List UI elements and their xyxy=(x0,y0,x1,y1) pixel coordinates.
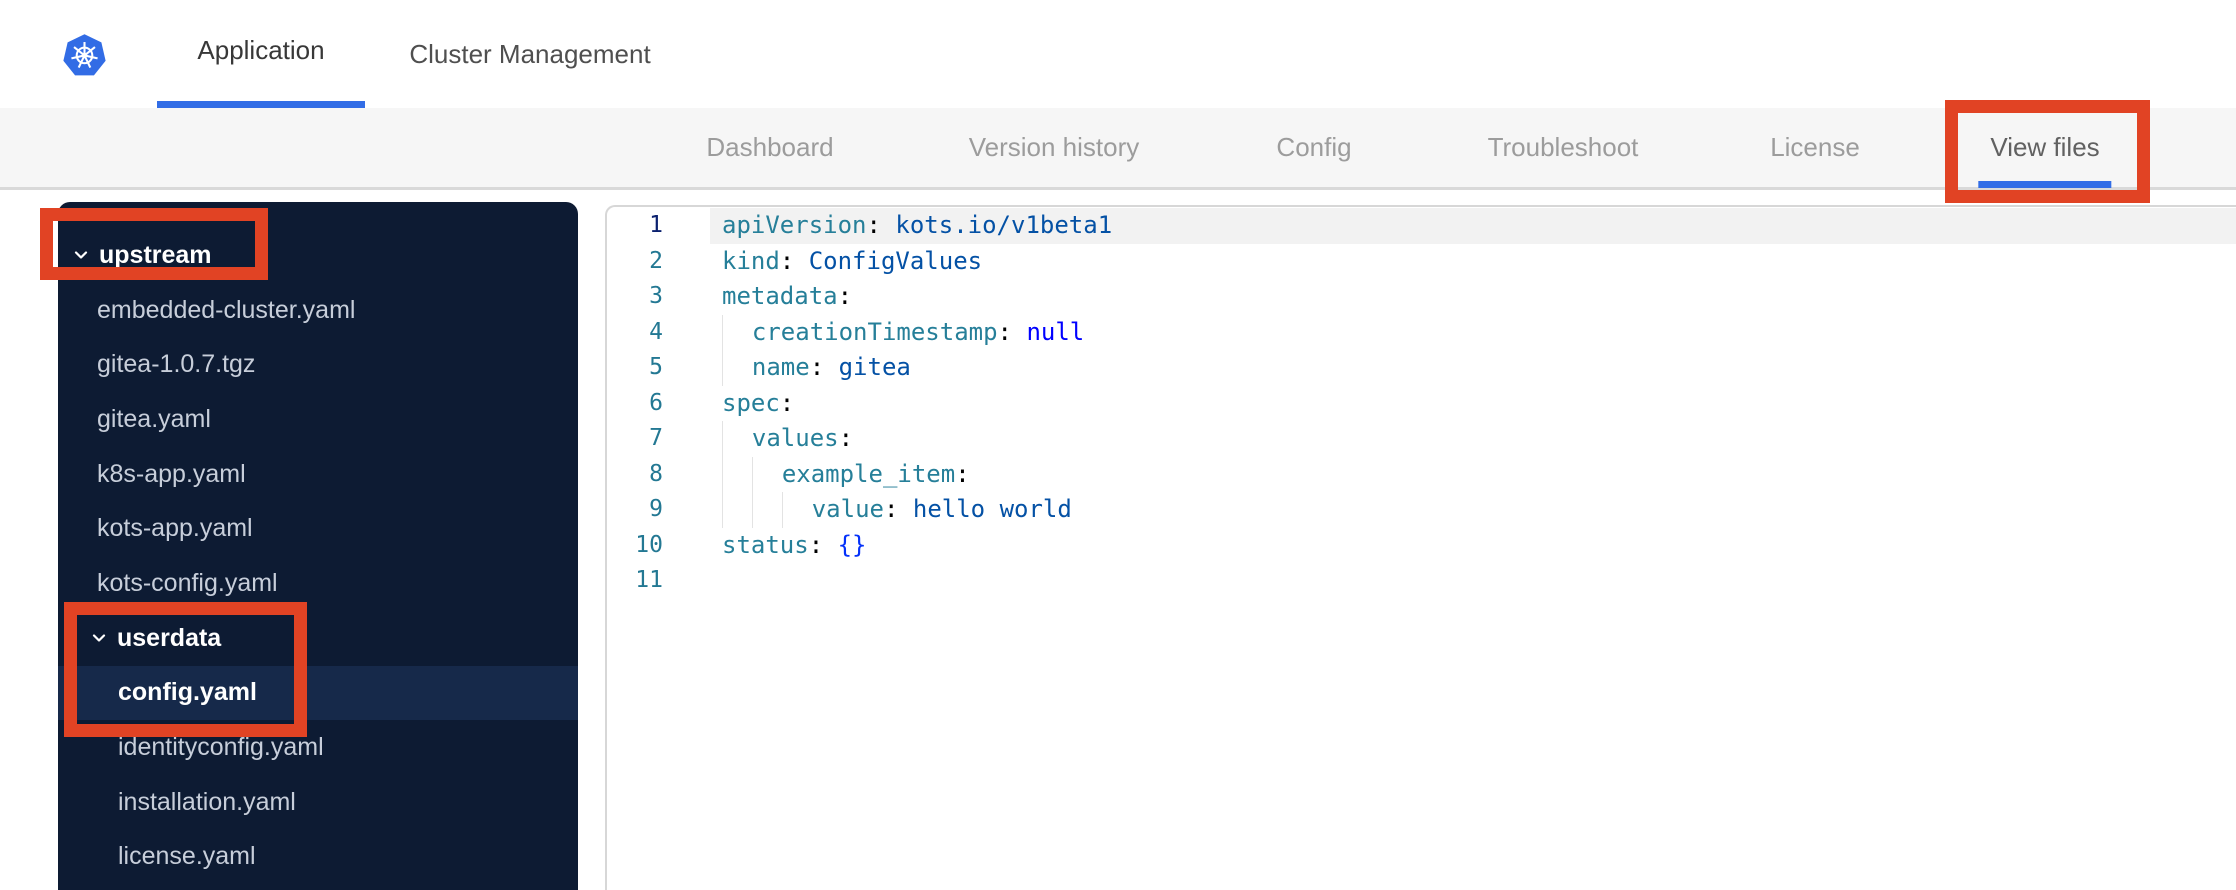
file-label: installation.yaml xyxy=(118,787,296,816)
code-line-10[interactable]: 10 status: {} xyxy=(607,528,2236,564)
yaml-file-viewer[interactable]: 1 apiVersion: kots.io/v1beta1 2 kind: Confi… xyxy=(605,205,2236,890)
file-label: gitea.yaml xyxy=(97,404,211,433)
code-text: name: gitea xyxy=(710,350,2236,386)
file-label: config.yaml xyxy=(118,678,257,707)
tree-folder-userdata[interactable]: userdata xyxy=(58,611,578,666)
chevron-down-icon xyxy=(74,251,88,259)
code-text: status: {} xyxy=(722,530,867,559)
code-text: values: xyxy=(710,421,2236,457)
code-line-8[interactable]: 8 example_item: xyxy=(607,456,2236,492)
app-level-tabs: Application Cluster Management xyxy=(0,0,2236,108)
tree-file-license-yaml[interactable]: license.yaml xyxy=(58,830,578,885)
line-number: 8 xyxy=(649,460,663,487)
subnav-item-config[interactable]: Config xyxy=(1276,108,1351,187)
line-number: 4 xyxy=(649,318,663,345)
code-text: apiVersion: kots.io/v1beta1 xyxy=(710,208,2236,244)
tree-file-gitea-1-0-7-tgz[interactable]: gitea-1.0.7.tgz xyxy=(58,337,578,392)
line-number: 2 xyxy=(649,247,663,274)
file-label: kots-config.yaml xyxy=(97,568,278,597)
code-line-7[interactable]: 7 values: xyxy=(607,421,2236,457)
code-line-3[interactable]: 3 metadata: xyxy=(607,279,2236,315)
line-number: 11 xyxy=(635,567,663,593)
code-text: example_item: xyxy=(710,456,2236,492)
subnav-item-dashboard[interactable]: Dashboard xyxy=(706,108,833,187)
subnav-item-view-files[interactable]: View files xyxy=(1978,108,2113,188)
app-header: Application Cluster Management xyxy=(0,0,2236,108)
line-number: 9 xyxy=(649,496,663,522)
file-label: license.yaml xyxy=(118,842,256,871)
tree-file-config-yaml[interactable]: config.yaml xyxy=(58,665,578,721)
file-label: identityconfig.yaml xyxy=(118,733,324,762)
line-number: 7 xyxy=(649,425,663,451)
tab-application[interactable]: Application xyxy=(157,0,365,108)
file-tree-sidebar: upstream embedded-cluster.yaml gitea-1.0.7… xyxy=(58,202,578,890)
file-label: k8s-app.yaml xyxy=(97,459,246,488)
line-number: 1 xyxy=(649,212,663,238)
code-line-2[interactable]: 2 kind: ConfigValues xyxy=(607,244,2236,280)
tab-cluster-management[interactable]: Cluster Management xyxy=(385,0,675,108)
chevron-down-icon xyxy=(92,634,106,642)
tree-file-gitea-yaml[interactable]: gitea.yaml xyxy=(58,392,578,447)
code-text: kind: ConfigValues xyxy=(722,246,983,275)
tree-file-kots-app-yaml[interactable]: kots-app.yaml xyxy=(58,501,578,556)
code-line-6[interactable]: 6 spec: xyxy=(607,386,2236,422)
subnav-item-license[interactable]: License xyxy=(1770,108,1860,187)
code-text: value: hello world xyxy=(710,492,2236,528)
line-number: 3 xyxy=(649,283,663,309)
code-line-4[interactable]: 4 creationTimestamp: null xyxy=(607,314,2236,350)
file-label: gitea-1.0.7.tgz xyxy=(97,350,256,379)
application-subnav: Dashboard Version history Config Troublesho… xyxy=(0,108,2236,190)
tree-file-k8s-app-yaml[interactable]: k8s-app.yaml xyxy=(58,447,578,502)
code-text: metadata: xyxy=(722,282,853,310)
folder-label: userdata xyxy=(117,623,222,652)
code-text: spec: xyxy=(722,388,795,417)
code-line-1[interactable]: 1 apiVersion: kots.io/v1beta1 xyxy=(607,208,2236,244)
tree-file-installation-yaml[interactable]: installation.yaml xyxy=(58,775,578,830)
tree-file-identityconfig-yaml[interactable]: identityconfig.yaml xyxy=(58,720,578,775)
code-text: creationTimestamp: null xyxy=(710,314,2236,350)
folder-label: upstream xyxy=(99,240,212,269)
code-line-9[interactable]: 9 value: hello world xyxy=(607,492,2236,528)
file-label: embedded-cluster.yaml xyxy=(97,295,356,324)
file-label: kots-app.yaml xyxy=(97,514,253,543)
tree-folder-upstream[interactable]: upstream xyxy=(58,228,578,283)
code-line-5[interactable]: 5 name: gitea xyxy=(607,350,2236,386)
tree-file-embedded-cluster-yaml[interactable]: embedded-cluster.yaml xyxy=(58,283,578,338)
line-number: 6 xyxy=(649,389,663,416)
line-number: 5 xyxy=(649,354,663,380)
subnav-item-troubleshoot[interactable]: Troubleshoot xyxy=(1488,108,1639,187)
subnav-item-version-history[interactable]: Version history xyxy=(969,108,1140,187)
line-number: 10 xyxy=(635,531,663,558)
tree-file-kots-config-yaml[interactable]: kots-config.yaml xyxy=(58,556,578,611)
code-lines: 1 apiVersion: kots.io/v1beta1 2 kind: Confi… xyxy=(607,207,2236,599)
code-line-11[interactable]: 11 xyxy=(607,563,2236,599)
